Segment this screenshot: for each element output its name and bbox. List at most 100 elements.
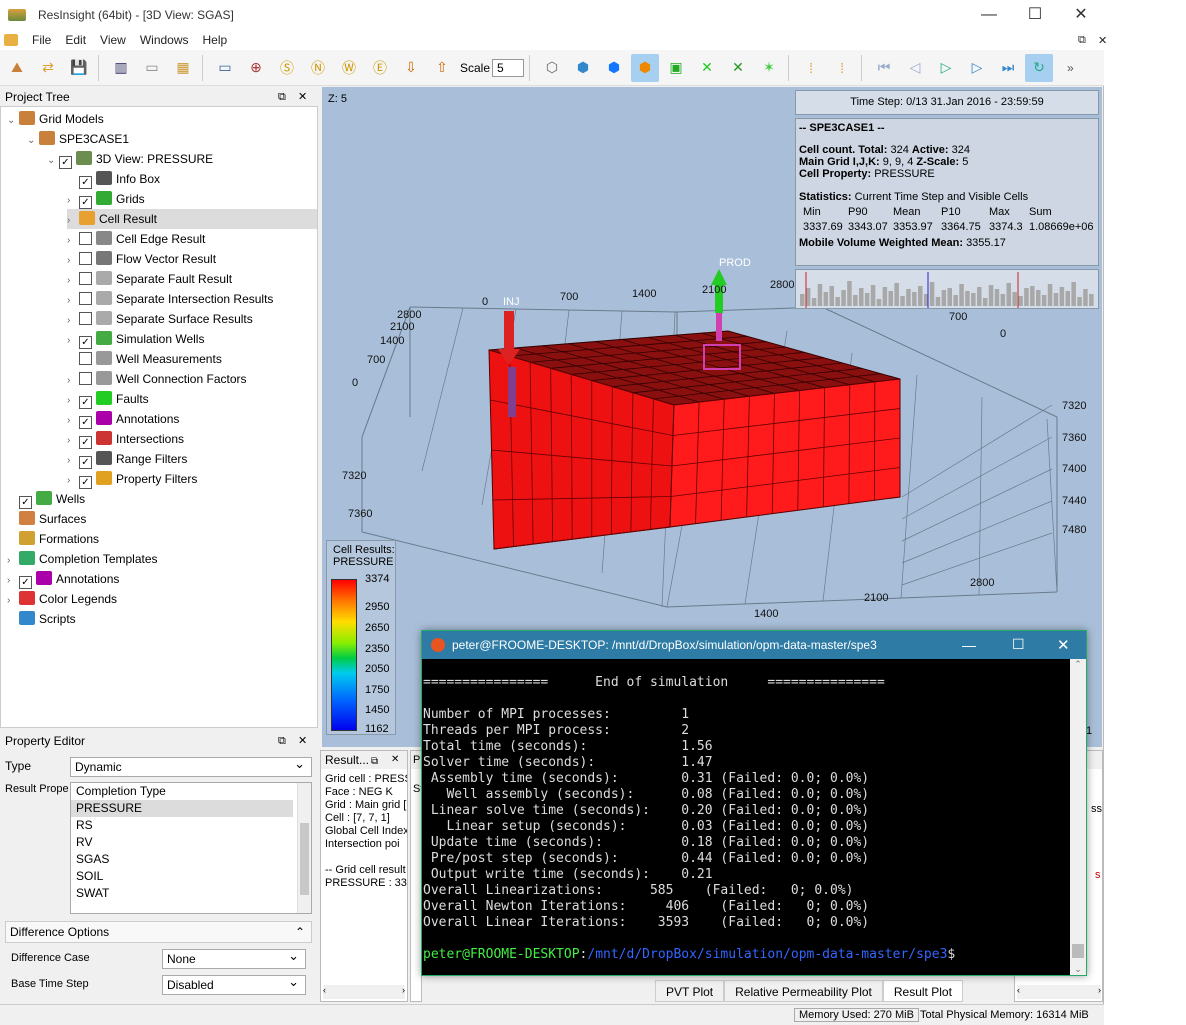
visibility-checkbox[interactable]: ✓ bbox=[79, 456, 92, 469]
expand-arrow-icon[interactable]: › bbox=[67, 431, 79, 451]
zoom-icon[interactable]: ⊕ bbox=[242, 54, 270, 82]
terminal-prompt[interactable]: peter@FROOME-DESKTOP:/mnt/d/DropBox/simu… bbox=[423, 947, 1071, 963]
tree-item[interactable]: › Flow Vector Result bbox=[67, 249, 216, 269]
show-faults-icon[interactable]: ▣ bbox=[662, 54, 690, 82]
time-step-icon[interactable]: ⁞ bbox=[828, 54, 856, 82]
expand-arrow-icon[interactable]: › bbox=[67, 371, 79, 391]
wireframe-icon[interactable]: ⬡ bbox=[538, 54, 566, 82]
fault-labels-icon[interactable]: ✕ bbox=[724, 54, 752, 82]
surface-mesh-icon[interactable]: ⬢ bbox=[569, 54, 597, 82]
skip-last-icon[interactable]: ⏭ bbox=[994, 54, 1022, 82]
save-icon[interactable]: 💾 bbox=[65, 54, 93, 82]
tree-item[interactable]: › Cell Edge Result bbox=[67, 229, 205, 249]
visibility-checkbox[interactable]: ✓ bbox=[19, 576, 32, 589]
tree-item[interactable]: › ✓ Grids bbox=[67, 189, 145, 209]
expand-arrow-icon[interactable]: › bbox=[67, 331, 79, 351]
difference-options-header[interactable]: Difference Options ⌃ bbox=[5, 921, 312, 943]
minimize-button[interactable]: — bbox=[966, 0, 1012, 30]
tree-item[interactable]: ⌄ ✓ 3D View: PRESSURE bbox=[47, 149, 213, 169]
list-scrollbar[interactable] bbox=[297, 783, 311, 913]
maximize-button[interactable]: ☐ bbox=[1012, 0, 1058, 30]
tree-item[interactable]: › ✓ Range Filters bbox=[67, 449, 187, 469]
tree-item[interactable]: › Well Connection Factors bbox=[67, 369, 247, 389]
tree-item[interactable]: › ✓ Intersections bbox=[67, 429, 184, 449]
type-dropdown[interactable]: Dynamic bbox=[70, 755, 312, 777]
view-up-icon[interactable]: ⇧ bbox=[428, 54, 456, 82]
visibility-checkbox[interactable] bbox=[79, 352, 92, 365]
result-option[interactable]: PRESSURE bbox=[71, 800, 293, 817]
visibility-checkbox[interactable] bbox=[79, 232, 92, 245]
terminal-maximize-button[interactable]: ☐ bbox=[1012, 636, 1025, 653]
visibility-checkbox[interactable] bbox=[79, 292, 92, 305]
tree-item[interactable]: Well Measurements bbox=[67, 349, 222, 369]
open-project-icon[interactable]: ⛰ bbox=[3, 54, 31, 82]
expand-arrow-icon[interactable]: › bbox=[67, 311, 79, 331]
expand-arrow-icon[interactable]: › bbox=[67, 471, 79, 491]
close-dock-icon[interactable]: ✕ bbox=[298, 87, 307, 107]
view-south-icon[interactable]: Ⓢ bbox=[273, 54, 301, 82]
menu-windows[interactable]: Windows bbox=[140, 33, 189, 47]
visibility-checkbox[interactable]: ✓ bbox=[79, 476, 92, 489]
expand-arrow-icon[interactable]: › bbox=[67, 231, 79, 251]
expand-arrow-icon[interactable]: ⌄ bbox=[7, 111, 19, 131]
visibility-checkbox[interactable]: ✓ bbox=[79, 196, 92, 209]
restore-icon[interactable]: ⧉ bbox=[1078, 34, 1086, 47]
visibility-checkbox[interactable] bbox=[79, 252, 92, 265]
result-option[interactable]: SWAT bbox=[71, 885, 293, 902]
expand-arrow-icon[interactable]: › bbox=[67, 271, 79, 291]
tree-item[interactable]: Surfaces bbox=[7, 509, 86, 529]
surface-icon[interactable]: ⬢ bbox=[600, 54, 628, 82]
difference-case-dropdown[interactable]: None bbox=[162, 947, 306, 969]
expand-arrow-icon[interactable]: › bbox=[67, 411, 79, 431]
tree-item[interactable]: › ✓ Annotations bbox=[7, 569, 119, 589]
visibility-checkbox[interactable]: ✓ bbox=[79, 436, 92, 449]
tab-pvt-plot[interactable]: PVT Plot bbox=[655, 980, 725, 1002]
tree-item[interactable]: Scripts bbox=[7, 609, 76, 629]
result-info-tab[interactable]: Result... ⧉ ✕ bbox=[321, 751, 407, 769]
expand-arrow-icon[interactable]: › bbox=[67, 251, 79, 271]
close-dock-icon[interactable]: ✕ bbox=[298, 731, 307, 751]
float-icon[interactable]: ⧉ bbox=[278, 731, 286, 751]
result-property-list[interactable]: Completion Type PRESSURE RS RV SGAS SOIL SWAT bbox=[70, 782, 312, 914]
tree-item[interactable]: › Separate Surface Results bbox=[67, 309, 253, 329]
expand-arrow-icon[interactable]: ⌄ bbox=[47, 151, 59, 171]
step-forward-icon[interactable]: ▷ bbox=[963, 54, 991, 82]
visibility-checkbox[interactable]: ✓ bbox=[79, 396, 92, 409]
terminal-close-button[interactable]: ✕ bbox=[1057, 636, 1070, 654]
view-north-icon[interactable]: Ⓝ bbox=[304, 54, 332, 82]
visibility-checkbox[interactable]: ✓ bbox=[19, 496, 32, 509]
visibility-checkbox[interactable] bbox=[79, 272, 92, 285]
tree-item[interactable]: › ✓ Simulation Wells bbox=[67, 329, 204, 349]
tree-item[interactable]: › Separate Fault Result bbox=[67, 269, 232, 289]
multiplot-icon[interactable]: ▦ bbox=[169, 54, 197, 82]
well-pipes-icon[interactable]: ✶ bbox=[755, 54, 783, 82]
tree-item[interactable]: › ✓ Property Filters bbox=[67, 469, 197, 489]
tree-item[interactable]: ✓ Info Box bbox=[67, 169, 160, 189]
time-slider-icon[interactable]: ⁞ bbox=[797, 54, 825, 82]
view-down-icon[interactable]: ⇩ bbox=[397, 54, 425, 82]
expand-arrow-icon[interactable]: › bbox=[7, 551, 19, 571]
menu-view[interactable]: View bbox=[100, 33, 126, 47]
secondary-tab[interactable]: P bbox=[411, 751, 421, 769]
tree-item[interactable]: › ✓ Faults bbox=[67, 389, 149, 409]
tree-item[interactable]: ⌄ Grid Models bbox=[7, 109, 104, 129]
result-hscroll[interactable]: ‹ › bbox=[323, 985, 405, 999]
terminal-scrollbar[interactable]: ⌃ ⌄ bbox=[1070, 659, 1086, 975]
faults-only-icon[interactable]: ✕ bbox=[693, 54, 721, 82]
collapse-icon[interactable]: ⌃ bbox=[295, 922, 305, 942]
visibility-checkbox[interactable] bbox=[79, 312, 92, 325]
expand-arrow-icon[interactable]: ⌄ bbox=[27, 131, 39, 151]
tree-item[interactable]: › Color Legends bbox=[7, 589, 117, 609]
expand-arrow-icon[interactable]: › bbox=[67, 211, 79, 231]
snapshot-icon[interactable]: ▭ bbox=[138, 54, 166, 82]
visibility-checkbox[interactable]: ✓ bbox=[79, 176, 92, 189]
expand-arrow-icon[interactable]: › bbox=[7, 571, 19, 591]
terminal-window[interactable]: peter@FROOME-DESKTOP: /mnt/d/DropBox/sim… bbox=[421, 630, 1087, 976]
step-back-icon[interactable]: ◁ bbox=[901, 54, 929, 82]
right-hscroll[interactable]: ‹ › bbox=[1017, 985, 1101, 999]
visibility-checkbox[interactable]: ✓ bbox=[79, 336, 92, 349]
expand-arrow-icon[interactable]: › bbox=[67, 191, 79, 211]
tree-item[interactable]: › ✓ Annotations bbox=[67, 409, 179, 429]
expand-arrow-icon[interactable]: › bbox=[67, 451, 79, 471]
visibility-checkbox[interactable]: ✓ bbox=[59, 156, 72, 169]
